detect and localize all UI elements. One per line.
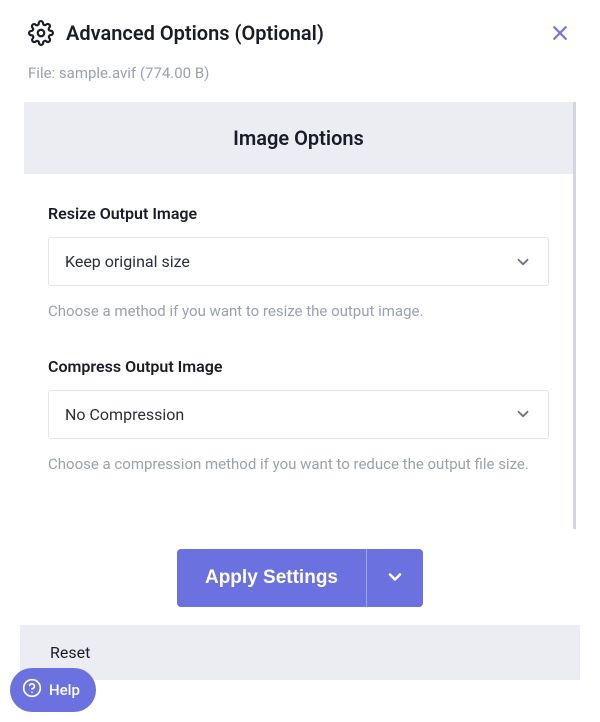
- compress-field: Compress Output Image No Compression Cho…: [48, 357, 549, 476]
- compress-help: Choose a compression method if you want …: [48, 453, 549, 476]
- modal-header: Advanced Options (Optional): [0, 20, 600, 46]
- chevron-down-icon: [385, 567, 405, 590]
- apply-dropdown-button[interactable]: [366, 549, 423, 607]
- compress-label: Compress Output Image: [48, 357, 549, 376]
- file-name: sample.avif: [59, 64, 136, 82]
- panel-title: Image Options: [24, 102, 576, 174]
- reset-button[interactable]: Reset: [20, 625, 580, 680]
- help-icon: [22, 678, 42, 702]
- header-left: Advanced Options (Optional): [28, 20, 324, 46]
- resize-value: Keep original size: [65, 252, 190, 271]
- apply-wrapper: Apply Settings: [177, 549, 423, 607]
- gear-icon: [28, 20, 54, 46]
- resize-field: Resize Output Image Keep original size C…: [48, 204, 549, 323]
- close-button[interactable]: [548, 21, 572, 45]
- resize-label: Resize Output Image: [48, 204, 549, 223]
- file-size: (774.00 B): [140, 64, 210, 82]
- resize-help: Choose a method if you want to resize th…: [48, 300, 549, 323]
- options-panel: Image Options Resize Output Image Keep o…: [24, 102, 576, 529]
- file-label: File:: [28, 64, 55, 82]
- compress-select[interactable]: No Compression: [48, 390, 549, 439]
- file-info: File: sample.avif (774.00 B): [0, 64, 600, 82]
- chevron-down-icon: [514, 253, 532, 271]
- resize-select[interactable]: Keep original size: [48, 237, 549, 286]
- modal-title: Advanced Options (Optional): [66, 21, 324, 45]
- advanced-options-modal: Advanced Options (Optional) File: sample…: [0, 0, 600, 722]
- help-label: Help: [49, 681, 80, 699]
- panel-body: Resize Output Image Keep original size C…: [24, 174, 576, 529]
- help-button[interactable]: Help: [10, 668, 96, 712]
- compress-value: No Compression: [65, 405, 184, 424]
- apply-settings-button[interactable]: Apply Settings: [177, 549, 366, 607]
- chevron-down-icon: [514, 405, 532, 423]
